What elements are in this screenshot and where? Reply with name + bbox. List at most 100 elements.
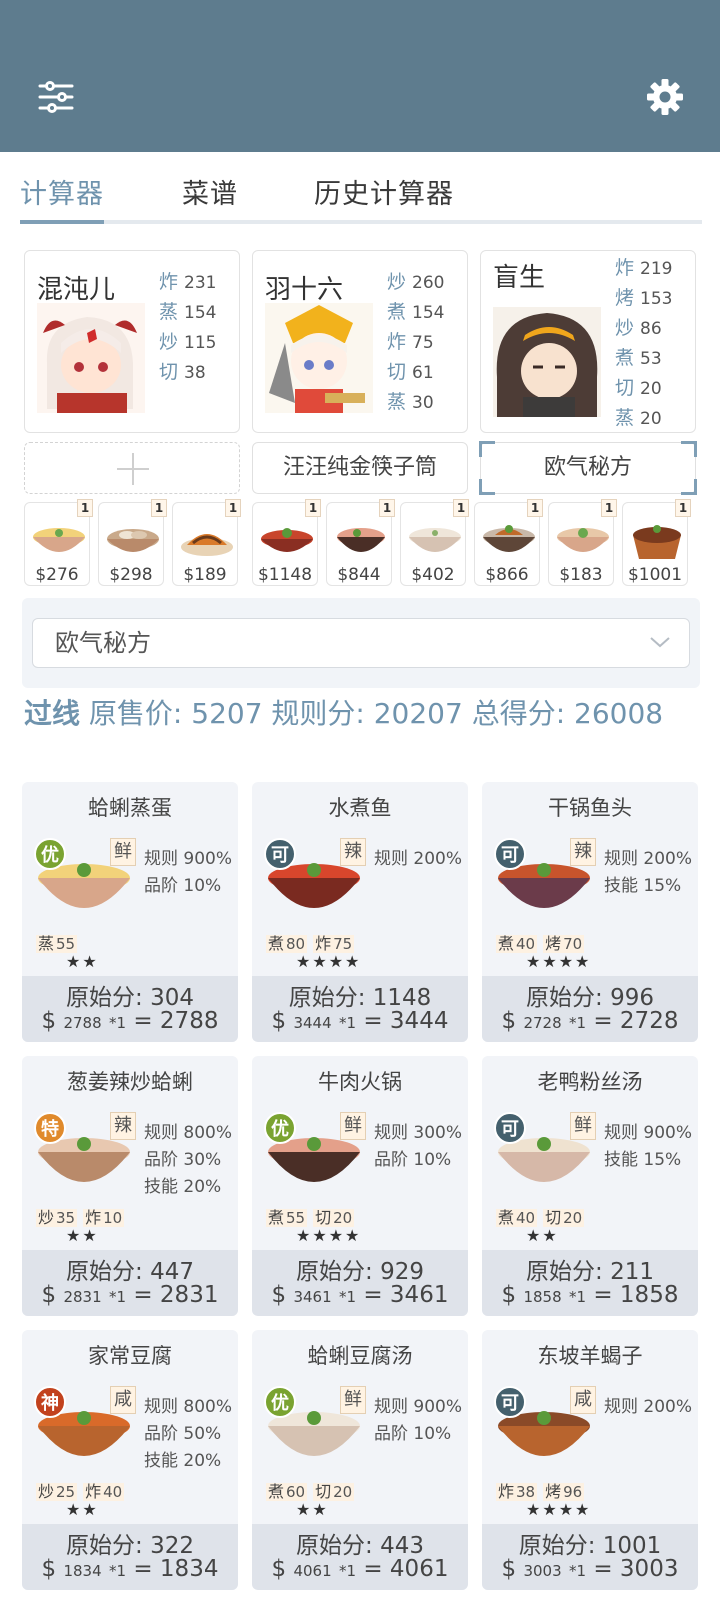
grade-badge: 优 [34,838,66,870]
star-rating: ★★ [526,1226,559,1245]
tab-history-calculator[interactable]: 历史计算器 [314,172,454,211]
dish-score-footer: 原始分: 1148 $ 3444 *1 = 3444 [252,976,468,1042]
grade-badge: 优 [264,1112,296,1144]
count-badge: 1 [675,499,691,517]
dish-bowl-icon [337,528,385,552]
dish-card[interactable]: 老鸭粉丝汤可 鲜规则 900% 技能 15% 煮 40 切 20 ★★ 原始分: 211 $ 18… [482,1056,698,1316]
skill-requirement: 切 20 [543,1208,585,1227]
material-slot-4[interactable]: 1 $1148 [252,499,321,586]
score-summary-text: 原售价: 5207 规则分: 20207 总得分: 26008 [80,697,664,730]
skill-requirements: 炸 38 烤 96 [496,1478,590,1501]
chef-portrait [493,307,601,417]
gear-icon[interactable] [646,78,684,116]
add-equipment-button[interactable] [24,442,240,494]
equipment-slot-2[interactable]: 汪汪纯金筷子筒 [252,442,468,494]
material-slot-7[interactable]: 1 $866 [474,499,543,586]
material-slot-3[interactable]: 1 $189 [172,499,241,586]
star-rating: ★★★★ [296,1226,362,1245]
bonus-line: 品阶 50% [144,1424,222,1444]
count-badge: 1 [379,499,395,517]
dish-card[interactable]: 蛤蜊豆腐汤优 鲜规则 900% 品阶 10% 煮 60 切 20 ★★ 原始分: 443 $ 40… [252,1330,468,1590]
dish-bowl-icon [633,525,681,559]
flavor-tag: 鲜 [340,1112,366,1140]
material-slot-8[interactable]: 1 $183 [548,499,617,586]
material-slot-6[interactable]: 1 $402 [400,499,469,586]
original-score: 原始分: 1001 [518,1533,662,1559]
dish-score-footer: 原始分: 304 $ 2788 *1 = 2788 [22,976,238,1042]
bonus-line: 规则 900% [604,1123,693,1143]
original-score: 原始分: 929 [296,1259,424,1285]
tab-recipes[interactable]: 菜谱 [182,172,238,211]
original-score: 原始分: 211 [526,1259,654,1285]
bonus-line: 品阶 10% [374,1424,452,1444]
chef-portrait [265,303,373,413]
skill-requirement: 煮 55 [266,1208,308,1227]
chef-card-2[interactable]: 羽十六 炒 260 煮 154 炸 75 切 61 蒸 30 [252,250,468,433]
skill-requirement: 切 20 [313,1482,355,1501]
bonus-line: 品阶 30% [144,1150,222,1170]
chef-card-3[interactable]: 盲生 炸 219 烤 153 炒 86 煮 53 切 20 蒸 20 [480,250,696,433]
skill-requirement: 煮 40 [496,1208,538,1227]
dish-score-footer: 原始分: 322 $ 1834 *1 = 1834 [22,1524,238,1590]
dish-card[interactable]: 蛤蜊蒸蛋优 鲜规则 900% 品阶 10% 蒸 55 ★★ 原始分: 304 $ 2788 *… [22,782,238,1042]
dish-card[interactable]: 葱姜辣炒蛤蜊特 辣规则 800% 品阶 30% 技能 20% 炒 35 炸 10 ★★ 原始分: … [22,1056,238,1316]
selection-corner [681,441,697,457]
dish-bowl-icon [557,528,609,552]
price-calculation: $ 2831 *1 = 2831 [41,1282,219,1308]
dish-card[interactable]: 水煮鱼可 辣规则 200% 煮 80 炸 75 ★★★★ 原始分: 1148 $ 3444 *1… [252,782,468,1042]
skill-requirement: 煮 40 [496,934,538,953]
equipment-slot-3-label: 欧气秘方 [543,455,632,480]
material-slot-1[interactable]: 1 $276 [24,499,93,586]
pass-status: 过线 [24,697,81,730]
material-slot-2[interactable]: 1 $298 [98,499,167,586]
price-calculation: $ 3444 *1 = 3444 [271,1008,449,1034]
dish-bowl-icon [409,528,461,552]
skill-requirements: 煮 55 切 20 [266,1204,360,1227]
tab-divider [20,220,702,224]
equipment-slot-3[interactable]: 欧气秘方 [479,441,697,495]
dish-card[interactable]: 家常豆腐神 咸规则 800% 品阶 50% 技能 20% 炒 25 炸 40 ★★ 原始分: 32… [22,1330,238,1590]
bonus-line: 规则 800% [144,1123,233,1143]
chef-card-1[interactable]: 混沌儿 炸 231 蒸 154 炒 115 切 38 [24,250,240,433]
chef-portrait [37,303,145,413]
original-score: 原始分: 322 [66,1533,194,1559]
grade-badge: 神 [34,1386,66,1418]
skill-requirement: 炒 25 [36,1482,78,1501]
material-price: $866 [485,565,529,585]
plus-icon [117,453,149,485]
bonus-line: 规则 200% [604,849,693,869]
material-price: $298 [109,565,153,585]
star-rating: ★★★★ [296,952,362,971]
dish-score-footer: 原始分: 996 $ 2728 *1 = 2728 [482,976,698,1042]
skill-requirement: 切 20 [313,1208,355,1227]
dish-name: 水煮鱼 [328,796,392,820]
dish-card[interactable]: 东坡羊蝎子可 咸规则 200% 炸 38 烤 96 ★★★★ 原始分: 1001 $ 3003 … [482,1330,698,1590]
material-price: $183 [559,565,603,585]
material-price: $1001 [627,565,683,585]
chef-stats: 炸 219 烤 153 炒 86 煮 53 切 20 蒸 20 [615,257,673,429]
dish-name: 东坡羊蝎子 [537,1344,643,1368]
dish-card[interactable]: 牛肉火锅优 鲜规则 300% 品阶 10% 煮 55 切 20 ★★★★ 原始分: 929 $ 3… [252,1056,468,1316]
dish-name: 蛤蜊豆腐汤 [307,1344,413,1368]
bonus-line: 技能 20% [144,1177,222,1197]
flavor-tag: 鲜 [110,838,136,866]
count-badge: 1 [225,499,241,517]
bonus-line: 规则 800% [144,1397,233,1417]
flavor-tag: 咸 [110,1386,136,1414]
rule-select[interactable]: 欧气秘方 [32,618,690,668]
grade-badge: 可 [494,1386,526,1418]
grade-badge: 可 [494,838,526,870]
dish-card[interactable]: 干锅鱼头可 辣规则 200% 技能 15% 煮 40 烤 70 ★★★★ 原始分: 996 $ 2… [482,782,698,1042]
rule-select-value: 欧气秘方 [55,629,151,657]
original-score: 原始分: 447 [66,1259,194,1285]
skill-requirements: 煮 40 烤 70 [496,930,590,953]
original-score: 原始分: 996 [526,985,654,1011]
dish-name: 葱姜辣炒蛤蜊 [67,1070,193,1094]
material-slot-9[interactable]: 1 $1001 [622,499,691,586]
filter-settings-icon[interactable] [38,80,74,114]
star-rating: ★★★★ [526,952,592,971]
tab-calculator[interactable]: 计算器 [20,172,104,211]
selection-corner [479,479,495,495]
star-rating: ★★ [296,1500,329,1519]
material-slot-5[interactable]: 1 $844 [326,499,395,586]
